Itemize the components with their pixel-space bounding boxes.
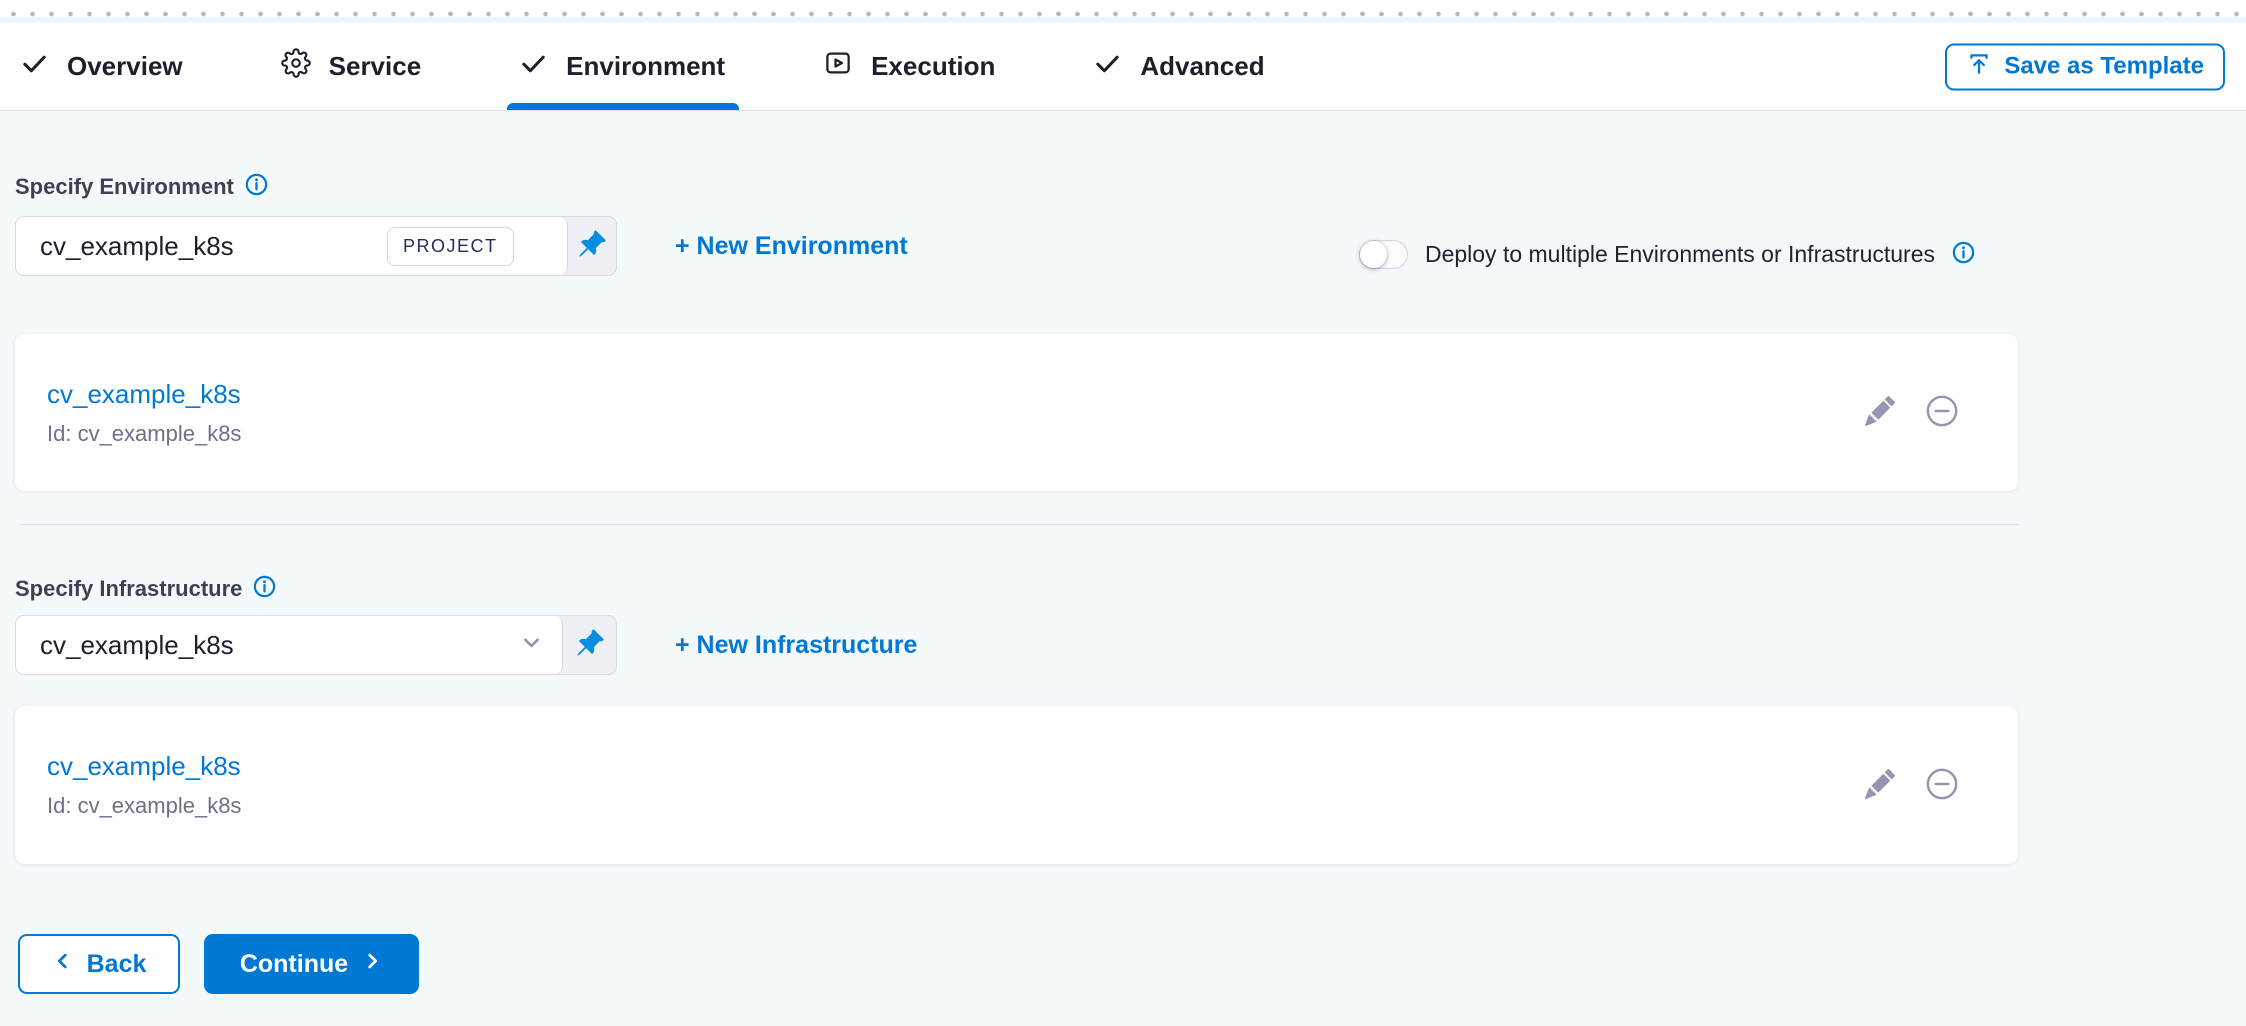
multi-deploy-toggle[interactable]	[1359, 240, 1408, 269]
infrastructure-card-actions	[1865, 767, 1959, 804]
check-icon	[1093, 49, 1122, 85]
infrastructure-card-text: cv_example_k8s Id: cv_example_k8s	[47, 751, 241, 819]
tab-label: Service	[329, 51, 422, 82]
footer-actions: Back Continue	[15, 934, 2246, 994]
check-icon	[519, 49, 548, 85]
tab-label: Overview	[67, 51, 183, 82]
info-icon[interactable]	[1952, 241, 1975, 269]
back-button[interactable]: Back	[18, 934, 180, 994]
chevron-down-icon	[518, 629, 545, 661]
infrastructure-input-group: cv_example_k8s	[15, 615, 617, 675]
remove-environment-button[interactable]	[1925, 394, 1959, 431]
back-label: Back	[87, 950, 147, 979]
multi-deploy-label: Deploy to multiple Environments or Infra…	[1425, 241, 1935, 268]
new-infrastructure-link[interactable]: + New Infrastructure	[675, 631, 917, 660]
toggle-knob	[1360, 241, 1387, 268]
edit-environment-button[interactable]	[1865, 396, 1895, 429]
environment-card: cv_example_k8s Id: cv_example_k8s	[15, 334, 2018, 491]
info-icon[interactable]	[253, 575, 276, 603]
pin-icon	[577, 229, 607, 264]
info-icon[interactable]	[245, 173, 268, 201]
tab-label: Environment	[566, 51, 725, 82]
tab-label: Advanced	[1140, 51, 1264, 82]
pin-environment-button[interactable]	[568, 217, 616, 275]
scope-tag: PROJECT	[387, 227, 514, 266]
minus-circle-icon	[1925, 767, 1959, 804]
environment-input-wrap: PROJECT	[16, 217, 568, 275]
multi-deploy-row: Deploy to multiple Environments or Infra…	[1359, 240, 1975, 269]
save-as-template-label: Save as Template	[2004, 53, 2204, 81]
minus-circle-icon	[1925, 394, 1959, 431]
tab-execution[interactable]: Execution	[823, 23, 995, 110]
environment-section-header: Specify Environment	[15, 173, 2246, 201]
infrastructure-select-value: cv_example_k8s	[40, 630, 506, 661]
environment-input[interactable]	[40, 231, 375, 262]
play-icon	[823, 48, 853, 85]
chevron-left-icon	[52, 950, 74, 979]
check-icon	[20, 49, 49, 85]
pin-infrastructure-button[interactable]	[563, 616, 616, 674]
pencil-icon	[1865, 769, 1895, 802]
remove-infrastructure-button[interactable]	[1925, 767, 1959, 804]
environment-card-id: Id: cv_example_k8s	[47, 421, 241, 447]
tab-environment[interactable]: Environment	[519, 23, 725, 110]
infrastructure-card-title-link[interactable]: cv_example_k8s	[47, 751, 241, 782]
save-as-template-button[interactable]: Save as Template	[1945, 43, 2225, 90]
chevron-right-icon	[361, 950, 383, 979]
environment-card-text: cv_example_k8s Id: cv_example_k8s	[47, 379, 241, 447]
gear-icon	[281, 48, 311, 85]
edit-infrastructure-button[interactable]	[1865, 769, 1895, 802]
tab-service[interactable]: Service	[281, 23, 422, 110]
stage-tabs: Overview Service Environment Execution A	[20, 23, 1265, 110]
section-divider	[20, 524, 2018, 525]
tab-overview[interactable]: Overview	[20, 23, 183, 110]
continue-button[interactable]: Continue	[204, 934, 419, 994]
infrastructure-card: cv_example_k8s Id: cv_example_k8s	[15, 706, 2018, 864]
pencil-icon	[1865, 396, 1895, 429]
environment-tab-panel: Deploy to multiple Environments or Infra…	[0, 173, 2246, 994]
environment-label: Specify Environment	[15, 174, 234, 200]
continue-label: Continue	[240, 950, 348, 979]
infrastructure-select[interactable]: cv_example_k8s	[16, 616, 563, 674]
stage-tab-bar: Overview Service Environment Execution A	[0, 23, 2246, 111]
environment-card-title-link[interactable]: cv_example_k8s	[47, 379, 241, 410]
tab-label: Execution	[871, 51, 995, 82]
infrastructure-card-id: Id: cv_example_k8s	[47, 793, 241, 819]
upload-icon	[1966, 50, 1992, 83]
tab-advanced[interactable]: Advanced	[1093, 23, 1264, 110]
environment-input-group: PROJECT	[15, 216, 617, 276]
pin-icon	[575, 628, 605, 663]
infrastructure-label: Specify Infrastructure	[15, 576, 242, 602]
new-environment-link[interactable]: + New Environment	[675, 232, 908, 261]
infrastructure-field-row: cv_example_k8s + New Infrastructure	[15, 615, 2246, 675]
environment-card-actions	[1865, 394, 1959, 431]
infrastructure-section-header: Specify Infrastructure	[15, 575, 2246, 603]
pipeline-canvas-edge	[0, 0, 2246, 23]
